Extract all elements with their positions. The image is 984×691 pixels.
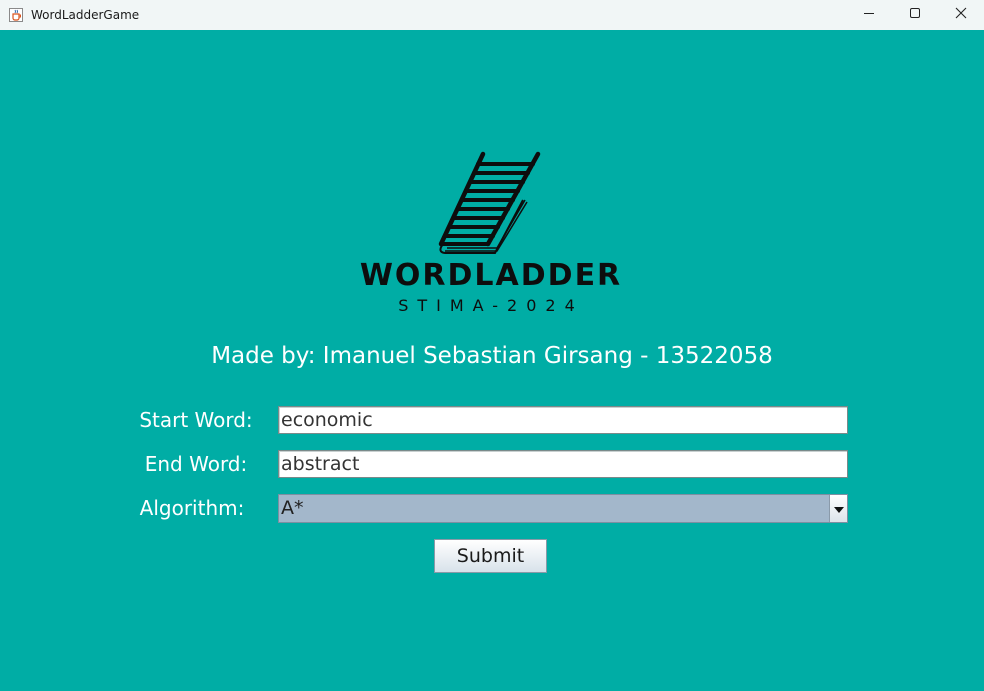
algorithm-selected-value: A* [281, 497, 304, 519]
algorithm-select[interactable]: A* [278, 494, 848, 523]
window-controls [846, 0, 984, 30]
window-title: WordLadderGame [31, 8, 140, 22]
maximize-button[interactable] [892, 0, 938, 30]
credits-text: Made by: Imanuel Sebastian Girsang - 135… [211, 343, 773, 369]
logo-subtitle: STIMA-2024 [398, 296, 584, 315]
end-word-input[interactable]: abstract [278, 450, 848, 478]
java-cup-icon [8, 7, 24, 23]
algorithm-label: Algorithm: [139, 496, 245, 520]
chevron-down-icon [833, 500, 844, 518]
start-word-input[interactable]: economic [278, 406, 848, 434]
app-window: WordLadderGame WORDLADDER STIMA-2024 Mad… [0, 0, 984, 691]
logo-title: WORDLADDER [359, 258, 623, 293]
title-bar[interactable]: WordLadderGame [0, 0, 984, 30]
close-icon [955, 6, 967, 24]
maximize-icon [909, 6, 921, 24]
minimize-icon [863, 6, 875, 24]
start-word-label: Start Word: [139, 408, 253, 432]
close-button[interactable] [938, 0, 984, 30]
submit-button[interactable]: Submit [434, 539, 547, 573]
minimize-button[interactable] [846, 0, 892, 30]
end-word-label: End Word: [144, 452, 248, 476]
dropdown-arrow-button[interactable] [829, 495, 847, 522]
